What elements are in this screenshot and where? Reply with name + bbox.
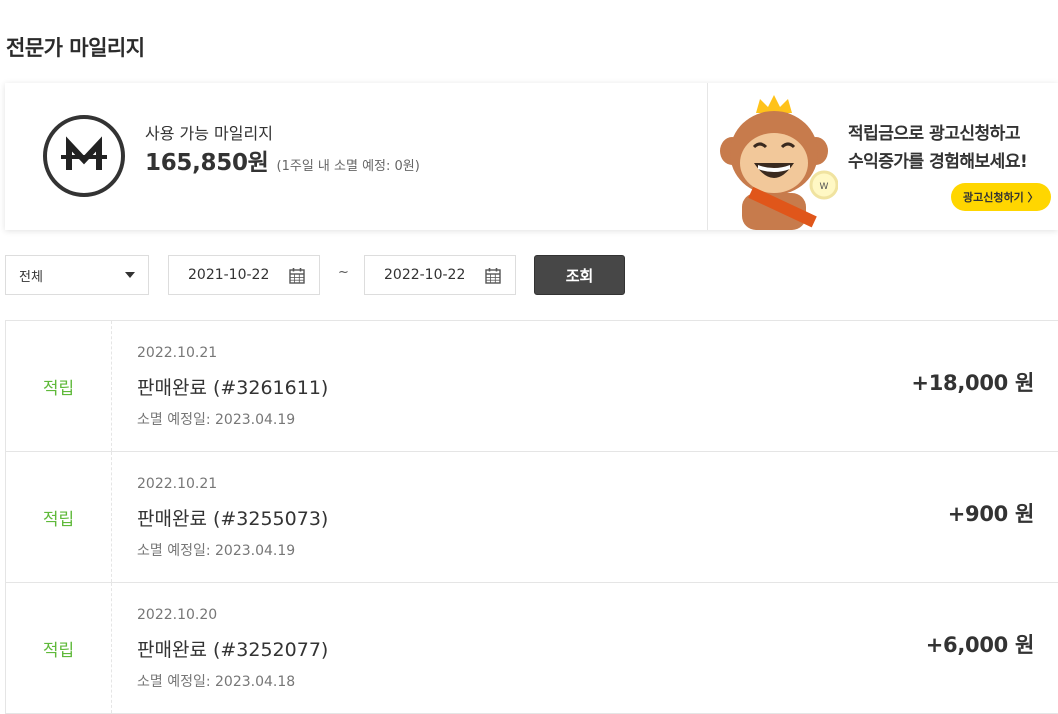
- type-filter-select[interactable]: 전체: [5, 255, 149, 295]
- expiring-note: (1주일 내 소멸 예정: 0원): [276, 159, 420, 174]
- history-date: 2022.10.21: [137, 345, 218, 361]
- history-date: 2022.10.20: [137, 607, 218, 623]
- chevron-down-icon: [125, 272, 135, 278]
- banner-headline-1: 적립금으로 광고신청하고: [848, 124, 1020, 144]
- history-type: 적립: [6, 321, 112, 451]
- history-date: 2022.10.21: [137, 476, 218, 492]
- history-amount: +900 원: [947, 502, 1035, 526]
- history-row: 적립 2022.10.21 판매완료 (#3255073) 소멸 예정일: 20…: [5, 452, 1058, 583]
- calendar-icon[interactable]: [289, 267, 305, 284]
- ad-banner[interactable]: W 적립금으로 광고신청하고 수익증가를 경험해보세요! 광고신청하기 〉: [708, 83, 1058, 230]
- mileage-summary: 사용 가능 마일리지 165,850원 (1주일 내 소멸 예정: 0원): [5, 83, 708, 230]
- date-range-separator: ~: [338, 265, 349, 280]
- date-to-field[interactable]: 2022-10-22: [364, 255, 516, 295]
- history-type: 적립: [6, 452, 112, 582]
- svg-text:W: W: [820, 182, 829, 192]
- history-expire-date: 소멸 예정일: 2023.04.19: [137, 412, 296, 428]
- date-to-value: 2022-10-22: [384, 267, 466, 283]
- history-type: 적립: [6, 583, 112, 713]
- ad-apply-button[interactable]: 광고신청하기 〉: [951, 183, 1051, 211]
- history-title: 판매완료 (#3252077): [137, 639, 329, 661]
- available-mileage-amount: 165,850원: [145, 150, 269, 176]
- mileage-history-list: 적립 2022.10.21 판매완료 (#3261611) 소멸 예정일: 20…: [5, 320, 1058, 714]
- history-row: 적립 2022.10.20 판매완료 (#3252077) 소멸 예정일: 20…: [5, 583, 1058, 714]
- mileage-m-icon: [43, 115, 125, 197]
- banner-headline-2: 수익증가를 경험해보세요!: [848, 152, 1028, 172]
- mileage-summary-card: 사용 가능 마일리지 165,850원 (1주일 내 소멸 예정: 0원) W …: [5, 83, 1058, 230]
- type-filter-value: 전체: [19, 269, 43, 285]
- monkey-mascot-icon: W: [720, 95, 838, 230]
- available-mileage-label: 사용 가능 마일리지: [145, 124, 273, 143]
- history-expire-date: 소멸 예정일: 2023.04.18: [137, 674, 296, 690]
- history-row: 적립 2022.10.21 판매완료 (#3261611) 소멸 예정일: 20…: [5, 321, 1058, 452]
- history-amount: +6,000 원: [925, 633, 1035, 657]
- page-title: 전문가 마일리지: [6, 36, 145, 60]
- history-title: 판매완료 (#3261611): [137, 377, 329, 399]
- history-title: 판매완료 (#3255073): [137, 508, 329, 530]
- history-amount: +18,000 원: [911, 371, 1034, 395]
- date-from-value: 2021-10-22: [188, 267, 270, 283]
- date-from-field[interactable]: 2021-10-22: [168, 255, 320, 295]
- history-expire-date: 소멸 예정일: 2023.04.19: [137, 543, 296, 559]
- search-button[interactable]: 조회: [534, 255, 625, 295]
- calendar-icon[interactable]: [485, 267, 501, 284]
